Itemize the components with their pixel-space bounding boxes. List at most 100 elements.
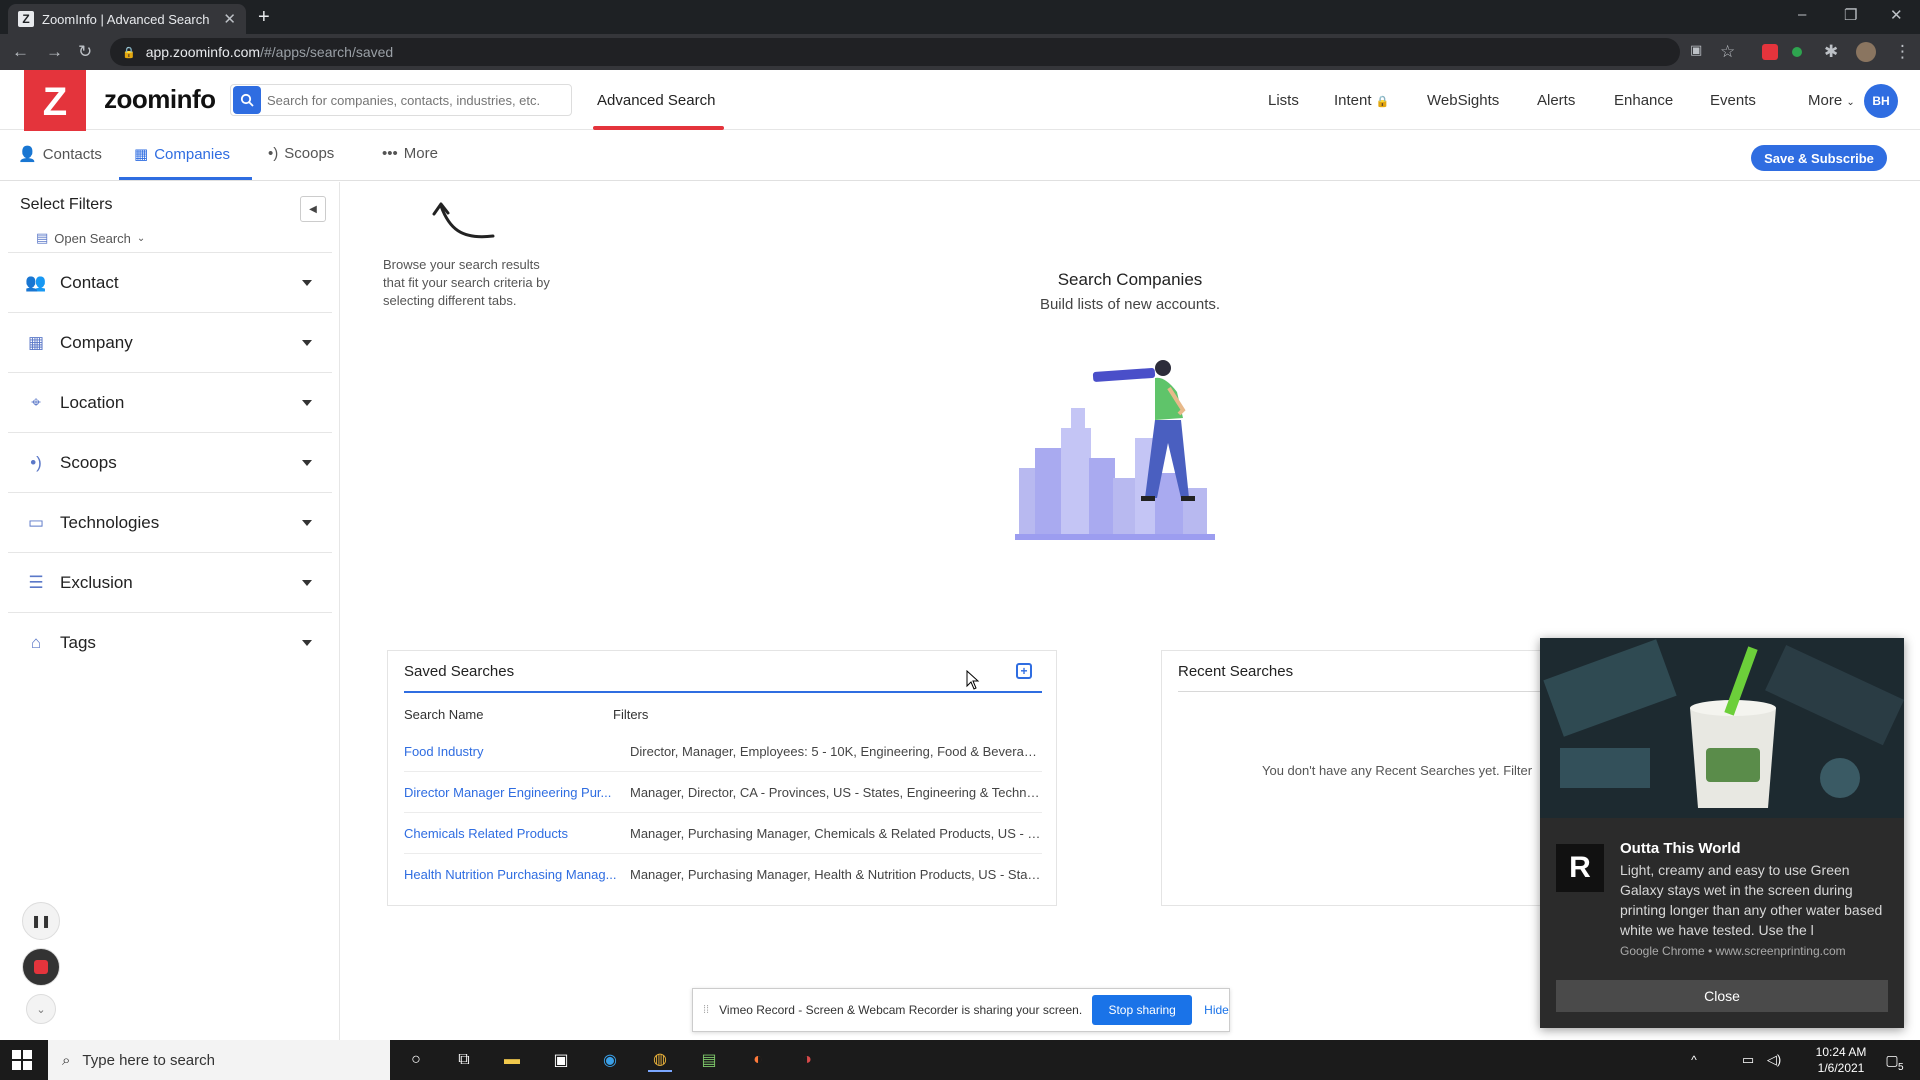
filter-exclusion[interactable]: ☰ Exclusion	[8, 552, 332, 612]
table-row: Chemicals Related Products Manager, Purc…	[404, 813, 1042, 854]
lock-icon: 🔒	[1375, 96, 1390, 108]
url-bar[interactable]: 🔒 app.zoominfo.com/#/apps/search/saved	[110, 38, 1680, 66]
save-subscribe-button[interactable]: Save & Subscribe	[1751, 145, 1887, 171]
nav-more[interactable]: More ⌄	[1808, 92, 1855, 109]
curved-arrow-icon	[432, 202, 495, 239]
column-header-search-name: Search Name	[404, 707, 484, 722]
nav-websights[interactable]: WebSights	[1427, 92, 1499, 109]
windows-taskbar: ⌕ Type here to search ○ ⧉ ▬ ▣ ◉ ◍ ▤ ◐ ◑ …	[0, 1040, 1920, 1080]
global-search-input[interactable]	[267, 92, 557, 108]
nav-alerts[interactable]: Alerts	[1537, 92, 1575, 109]
edge-icon[interactable]: ◉	[598, 1048, 622, 1072]
tab-scoops-label: Scoops	[284, 145, 335, 162]
filter-company[interactable]: ▦ Company	[8, 312, 332, 372]
volume-icon[interactable]: ◁)	[1762, 1048, 1786, 1072]
mouse-cursor-icon	[966, 670, 980, 690]
browser-menu-icon[interactable]: ⋮	[1894, 42, 1911, 62]
taskbar-search-placeholder: Type here to search	[82, 1051, 215, 1069]
more-dots-icon: •••	[382, 145, 398, 162]
saved-search-link[interactable]: Director Manager Engineering Pur...	[404, 785, 619, 800]
chevron-down-icon: ⌄	[136, 232, 146, 244]
nav-enhance[interactable]: Enhance	[1614, 92, 1673, 109]
recent-searches-empty-text: You don't have any Recent Searches yet. …	[1262, 763, 1533, 778]
nav-lists[interactable]: Lists	[1268, 92, 1299, 109]
new-tab-icon[interactable]: +	[258, 6, 270, 29]
window-close-icon[interactable]: ✕	[1890, 6, 1903, 24]
taskbar-clock[interactable]: 10:24 AM 1/6/2021	[1806, 1044, 1876, 1076]
hide-sharing-bar-link[interactable]: Hide	[1204, 1003, 1229, 1017]
active-tab-indicator	[119, 177, 252, 180]
filter-contact[interactable]: 👥 Contact	[8, 252, 332, 312]
search-companies-subtitle: Build lists of new accounts.	[1039, 296, 1221, 313]
zoominfo-logo-text[interactable]: zoominfo	[104, 84, 216, 115]
browser-tab[interactable]: Z ZoomInfo | Advanced Search ✕	[8, 4, 246, 34]
app-header: Z zoominfo Advanced Search Lists Intent …	[0, 70, 1920, 134]
tab-companies-label: Companies	[154, 145, 231, 163]
windows-start-icon[interactable]	[12, 1050, 32, 1070]
tag-icon: ⌂	[30, 632, 42, 652]
nav-events[interactable]: Events	[1710, 92, 1756, 109]
search-icon[interactable]	[233, 86, 261, 114]
filter-sidebar: Select Filters ◀ ▤ Open Search ⌄ 👥 Conta…	[0, 182, 340, 1040]
reload-icon[interactable]: ↻	[78, 42, 92, 62]
company-icon: ▦	[27, 332, 45, 352]
open-search-dropdown[interactable]: ▤ Open Search ⌄	[36, 230, 145, 246]
extensions-puzzle-icon[interactable]: ✱	[1824, 42, 1838, 62]
extension-green-icon[interactable]	[1792, 47, 1802, 57]
notification-brand-icon: R	[1556, 844, 1604, 892]
restore-icon[interactable]: ❐	[1844, 6, 1857, 24]
search-icon: ⌕	[62, 1051, 71, 1069]
close-tab-icon[interactable]: ✕	[223, 10, 236, 28]
zoominfo-extension-icon[interactable]	[1762, 44, 1778, 60]
taskbar-date: 1/6/2021	[1817, 1061, 1865, 1075]
tray-expand-icon[interactable]: ^	[1682, 1048, 1706, 1072]
profile-avatar-icon[interactable]	[1856, 42, 1876, 62]
back-icon[interactable]: ←	[12, 42, 29, 62]
tab-more[interactable]: ••• More	[382, 145, 438, 162]
app-icon[interactable]: ◐	[746, 1048, 770, 1072]
telescope-illustration	[1015, 360, 1215, 540]
task-view-icon[interactable]: ⧉	[452, 1048, 476, 1072]
recorder-expand-button[interactable]: ⌄	[26, 994, 56, 1024]
tab-companies[interactable]: ▦ Companies	[134, 145, 231, 164]
taskbar-search[interactable]: ⌕ Type here to search	[48, 1040, 390, 1080]
cortana-icon[interactable]: ○	[404, 1048, 428, 1072]
clipboard-icon: ▤	[36, 230, 49, 245]
app-icon[interactable]: ▤	[697, 1048, 721, 1072]
filter-scoops[interactable]: •) Scoops	[8, 432, 332, 492]
store-icon[interactable]: ▣	[549, 1048, 573, 1072]
filter-location[interactable]: ⌖ Location	[8, 372, 332, 432]
camera-icon[interactable]: ▣	[1690, 42, 1702, 58]
chevron-down-icon: ⌄	[1846, 97, 1855, 108]
notification-close-button[interactable]: Close	[1556, 980, 1888, 1012]
nav-intent[interactable]: Intent 🔒	[1334, 92, 1389, 109]
saved-search-link[interactable]: Food Industry	[404, 744, 619, 759]
saved-search-link[interactable]: Chemicals Related Products	[404, 826, 619, 841]
lock-icon: 🔒	[122, 46, 136, 59]
saved-search-link[interactable]: Health Nutrition Purchasing Manag...	[404, 867, 619, 882]
bookmark-star-icon[interactable]: ☆	[1720, 42, 1735, 62]
add-saved-search-icon[interactable]: +	[1016, 663, 1032, 679]
network-icon[interactable]: ▭	[1736, 1048, 1760, 1072]
collapse-sidebar-icon[interactable]: ◀	[300, 196, 326, 222]
minimize-icon[interactable]: –	[1798, 6, 1806, 23]
stop-recording-button[interactable]	[22, 948, 60, 986]
file-explorer-icon[interactable]: ▬	[500, 1048, 524, 1072]
chrome-icon[interactable]: ◍	[648, 1048, 672, 1072]
filter-technologies[interactable]: ▭ Technologies	[8, 492, 332, 552]
app-icon[interactable]: ◑	[795, 1048, 819, 1072]
building-icon: ▦	[134, 146, 149, 163]
user-avatar[interactable]: BH	[1864, 84, 1898, 118]
nav-more-label: More	[1808, 92, 1843, 109]
advanced-search-link[interactable]: Advanced Search	[597, 92, 715, 109]
zoominfo-logo-icon[interactable]: Z	[24, 70, 86, 134]
tab-contacts[interactable]: 👤 Contacts	[18, 145, 102, 164]
browser-tab-title: ZoomInfo | Advanced Search	[42, 11, 210, 27]
stop-sharing-button[interactable]: Stop sharing	[1092, 995, 1193, 1025]
filter-tags[interactable]: ⌂ Tags	[8, 612, 332, 672]
drag-handle-icon[interactable]: ⁞⁞	[703, 1004, 709, 1016]
pause-recording-button[interactable]: ❚❚	[22, 902, 60, 940]
forward-icon[interactable]: →	[46, 42, 63, 62]
tab-scoops[interactable]: •) Scoops	[268, 145, 334, 162]
nav-intent-label: Intent	[1334, 92, 1372, 109]
